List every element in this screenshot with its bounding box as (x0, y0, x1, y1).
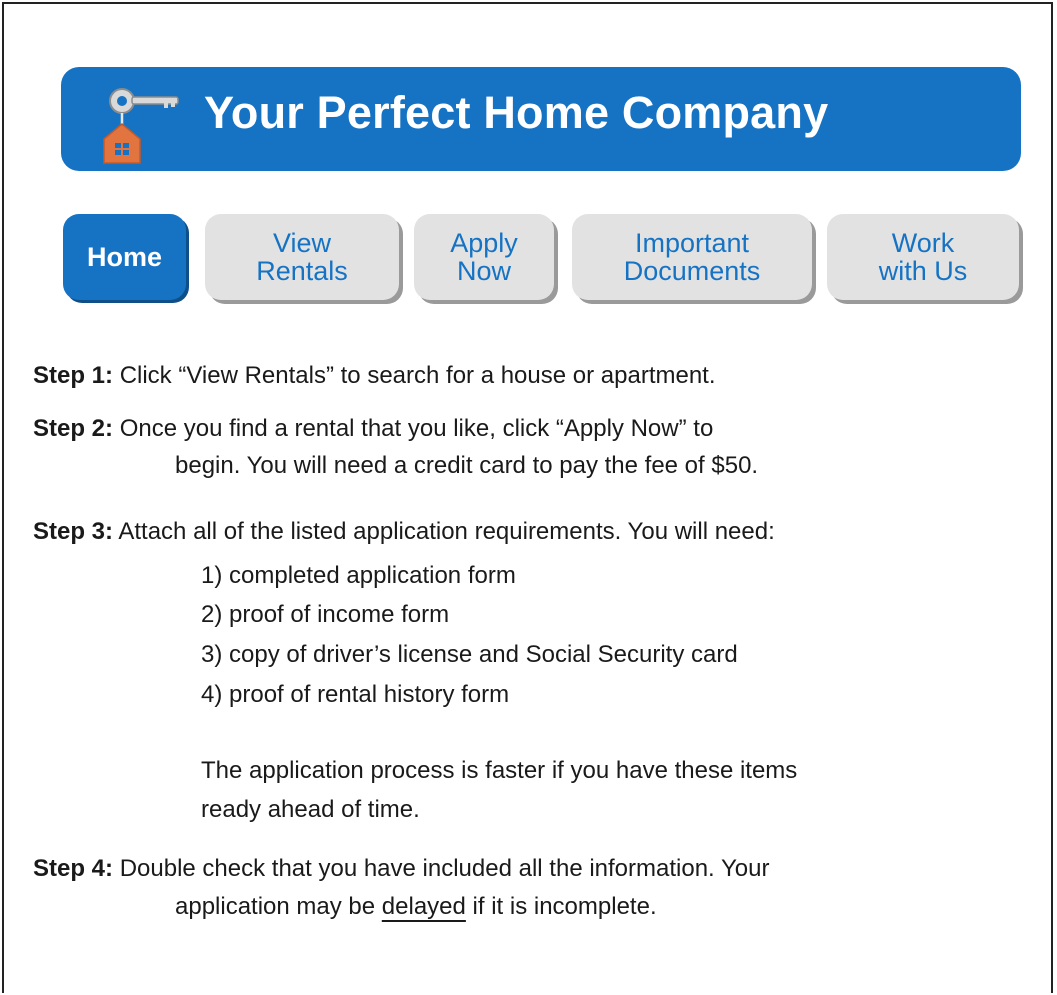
step-3: Step 3: Attach all of the listed applica… (33, 518, 775, 546)
requirement-item: 2) proof of income form (201, 601, 450, 628)
nav-apply-now-button[interactable]: Apply Now (414, 214, 554, 300)
step-4: Step 4: Double check that you have inclu… (33, 855, 769, 883)
step-text-part: application may be (175, 893, 382, 920)
step-text: Click “View Rentals” to search for a hou… (119, 362, 716, 389)
step-text-part: if it is incomplete. (465, 893, 657, 920)
site-banner: Your Perfect Home Company (61, 67, 1021, 171)
step-text: application may be delayed if it is inco… (175, 893, 657, 921)
step-text: Once you find a rental that you like, cl… (119, 415, 714, 442)
house-key-icon (103, 88, 179, 164)
underlined-word: delayed (381, 893, 466, 920)
step-text: begin. You will need a credit card to pa… (175, 452, 759, 479)
main-nav: Home View Rentals Apply Now Important Do… (0, 214, 1057, 304)
step-text: Double check that you have included all … (119, 855, 770, 882)
step-label: Step 4: (33, 855, 114, 882)
requirement-item: 3) copy of driver’s license and Social S… (201, 641, 738, 668)
requirement-item: 1) completed application form (201, 562, 516, 589)
requirement-item: 4) proof of rental history form (201, 681, 510, 708)
step-label: Step 3: (33, 518, 114, 545)
nav-important-documents-button[interactable]: Important Documents (572, 214, 812, 300)
note-text: ready ahead of time. (201, 796, 420, 823)
step-text: Attach all of the listed application req… (118, 518, 775, 545)
nav-view-rentals-button[interactable]: View Rentals (205, 214, 399, 300)
step-2: Step 2: Once you find a rental that you … (33, 415, 713, 443)
nav-home-button[interactable]: Home (63, 214, 186, 300)
nav-work-with-us-button[interactable]: Work with Us (827, 214, 1019, 300)
step-label: Step 2: (33, 415, 114, 442)
step-1: Step 1: Click “View Rentals” to search f… (33, 362, 716, 390)
company-title: Your Perfect Home Company (204, 87, 829, 138)
step-label: Step 1: (33, 362, 114, 389)
note-text: The application process is faster if you… (201, 757, 798, 784)
